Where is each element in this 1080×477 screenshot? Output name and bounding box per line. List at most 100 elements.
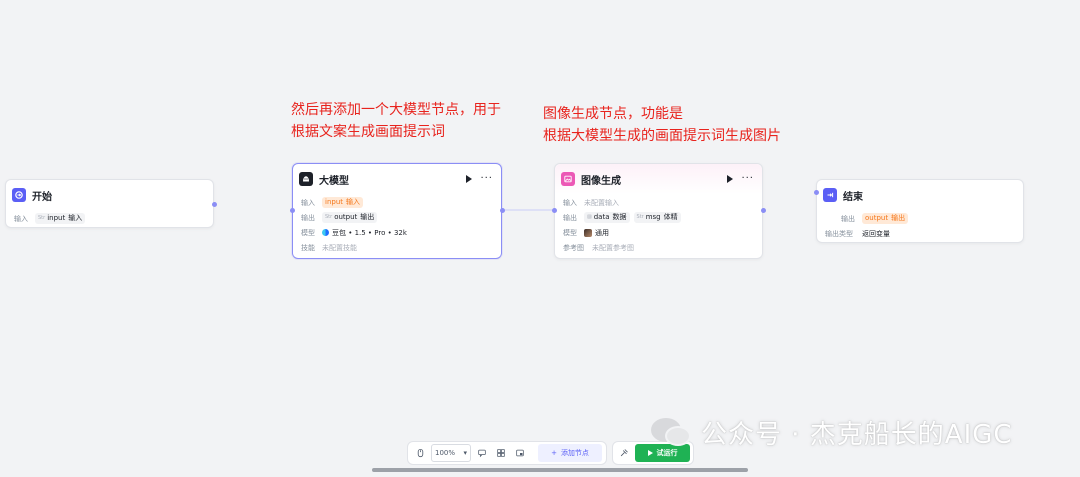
zoom-select[interactable]: 100% ▾	[431, 444, 471, 462]
image-gen-node-body: 输入 未配置输入 输出 ▨ data 数据 Str msg 体精 模型 通用 参…	[555, 194, 762, 259]
image-input-row: 输入 未配置输入	[563, 195, 754, 210]
image-gen-node[interactable]: 图像生成 ··· 输入 未配置输入 输出 ▨ data 数据 Str msg 体…	[552, 163, 766, 259]
end-output-name: output	[865, 214, 889, 222]
image-model-thumbnail	[584, 228, 592, 237]
image-ref-row: 参考图 未配置参考图	[563, 240, 754, 255]
llm-input-label: 输入	[301, 198, 315, 207]
image-type-icon: ▨	[587, 214, 592, 220]
comment-icon[interactable]	[474, 444, 490, 462]
minimap-icon[interactable]	[512, 444, 528, 462]
end-node[interactable]: 结束 输出 output 输出 输出类型 返回变量	[814, 179, 1024, 243]
llm-node-title: 大模型	[319, 175, 349, 187]
start-input-label: 输入	[14, 214, 28, 223]
image-output2-type: Str	[636, 214, 644, 220]
watermark-text: 公众号 · 杰克船长的AIGC	[701, 419, 1013, 450]
llm-input-port[interactable]	[290, 208, 295, 213]
image-output-label: 输出	[563, 213, 577, 222]
workflow-canvas[interactable]: 然后再添加一个大模型节点，用于 根据文案生成画面提示词 图像生成节点，功能是 根…	[0, 0, 1080, 477]
image-gen-node-title: 图像生成	[581, 175, 621, 187]
image-output-port[interactable]	[761, 208, 766, 213]
start-node-header[interactable]: 开始	[6, 180, 213, 210]
image-output-row: 输出 ▨ data 数据 Str msg 体精	[563, 210, 754, 225]
end-input-port[interactable]	[814, 190, 819, 195]
annotation-llm-node: 然后再添加一个大模型节点，用于 根据文案生成画面提示词	[291, 99, 501, 143]
add-node-label: 添加节点	[560, 449, 589, 457]
llm-output-tag: Str output 输出	[322, 212, 378, 223]
end-icon	[823, 188, 837, 202]
image-gen-node-header[interactable]: 图像生成 ···	[555, 164, 762, 194]
end-output-type-value: 返回变量	[862, 229, 890, 238]
start-input-desc: 输入	[68, 214, 83, 222]
llm-input-name: input	[325, 198, 344, 206]
image-model-value: 通用	[595, 228, 609, 237]
start-input-row: 输入 Str input 输入	[14, 211, 205, 226]
llm-node[interactable]: 大模型 ··· 输入 input 输入 输出 Str output 输出 模型 …	[290, 163, 505, 259]
end-output-row: 输出 output 输出	[825, 211, 1015, 226]
start-input-type: Str	[38, 215, 46, 221]
canvas-toolbar: 100% ▾ + 添加节点	[407, 441, 607, 465]
annotation-image-line2: 根据大模型生成的画面提示词生成图片	[543, 128, 781, 144]
image-input-port[interactable]	[552, 208, 557, 213]
llm-output-type: Str	[325, 214, 333, 220]
doubao-model-icon	[322, 229, 329, 236]
image-model-label: 模型	[563, 228, 577, 237]
end-output-type-label: 输出类型	[825, 229, 853, 238]
mouse-mode-icon[interactable]	[412, 444, 428, 462]
llm-node-header[interactable]: 大模型 ···	[293, 164, 501, 194]
end-output-desc: 输出	[891, 214, 906, 222]
llm-output-desc: 输出	[360, 213, 375, 221]
image-output1-desc: 数据	[612, 213, 627, 221]
image-input-label: 输入	[563, 198, 577, 207]
horizontal-scrollbar[interactable]	[372, 468, 748, 472]
start-input-tag: Str input 输入	[35, 213, 86, 224]
more-icon[interactable]: ···	[741, 174, 754, 184]
end-node-title: 结束	[843, 191, 863, 203]
image-gen-icon	[561, 172, 575, 186]
run-node-icon[interactable]	[727, 175, 734, 183]
llm-input-tag: input 输入	[322, 197, 364, 208]
wechat-icon	[651, 416, 693, 448]
llm-node-body: 输入 input 输入 输出 Str output 输出 模型 豆包 • 1.5…	[293, 194, 501, 259]
end-node-header[interactable]: 结束	[817, 180, 1023, 210]
image-output1-name: data	[593, 213, 610, 221]
run-node-icon[interactable]	[466, 175, 473, 183]
start-output-port[interactable]	[212, 202, 217, 207]
image-ref-label: 参考图	[563, 243, 584, 252]
start-node[interactable]: 开始 输入 Str input 输入	[5, 179, 217, 230]
layout-icon[interactable]	[493, 444, 509, 462]
annotation-image-node: 图像生成节点，功能是 根据大模型生成的画面提示词生成图片	[543, 103, 781, 147]
llm-output-name: output	[334, 213, 358, 221]
llm-icon	[299, 172, 313, 186]
start-node-body: 输入 Str input 输入	[6, 210, 213, 230]
end-output-label: 输出	[841, 214, 855, 223]
plus-icon: +	[551, 449, 557, 457]
chevron-down-icon: ▾	[463, 449, 467, 457]
llm-skill-value: 未配置技能	[322, 243, 357, 252]
add-node-button[interactable]: + 添加节点	[538, 444, 602, 462]
llm-output-port[interactable]	[500, 208, 505, 213]
llm-node-actions: ···	[466, 174, 493, 184]
play-icon	[647, 450, 653, 456]
image-gen-node-actions: ···	[727, 174, 754, 184]
annotation-image-line1: 图像生成节点，功能是	[543, 106, 683, 122]
llm-skill-row: 技能 未配置技能	[301, 240, 493, 255]
start-input-name: input	[47, 214, 66, 222]
image-ref-value: 未配置参考图	[592, 243, 634, 252]
end-output-type-row: 输出类型 返回变量	[825, 226, 1015, 241]
start-icon	[12, 188, 26, 202]
annotation-llm-line2: 根据文案生成画面提示词	[291, 124, 445, 140]
image-output2-name: msg	[645, 213, 661, 221]
image-model-row: 模型 通用	[563, 225, 754, 240]
start-node-title: 开始	[32, 191, 52, 203]
llm-input-row: 输入 input 输入	[301, 195, 493, 210]
llm-model-value: 豆包 • 1.5 • Pro • 32k	[332, 228, 407, 237]
llm-skill-label: 技能	[301, 243, 315, 252]
watermark: 公众号 · 杰克船长的AIGC	[651, 414, 1013, 450]
end-output-tag: output 输出	[862, 213, 909, 224]
debug-icon[interactable]	[616, 444, 632, 462]
image-output2-desc: 体精	[663, 213, 678, 221]
annotation-llm-line1: 然后再添加一个大模型节点，用于	[291, 102, 501, 118]
more-icon[interactable]: ···	[480, 174, 493, 184]
zoom-value: 100%	[435, 449, 456, 457]
llm-output-row: 输出 Str output 输出	[301, 210, 493, 225]
